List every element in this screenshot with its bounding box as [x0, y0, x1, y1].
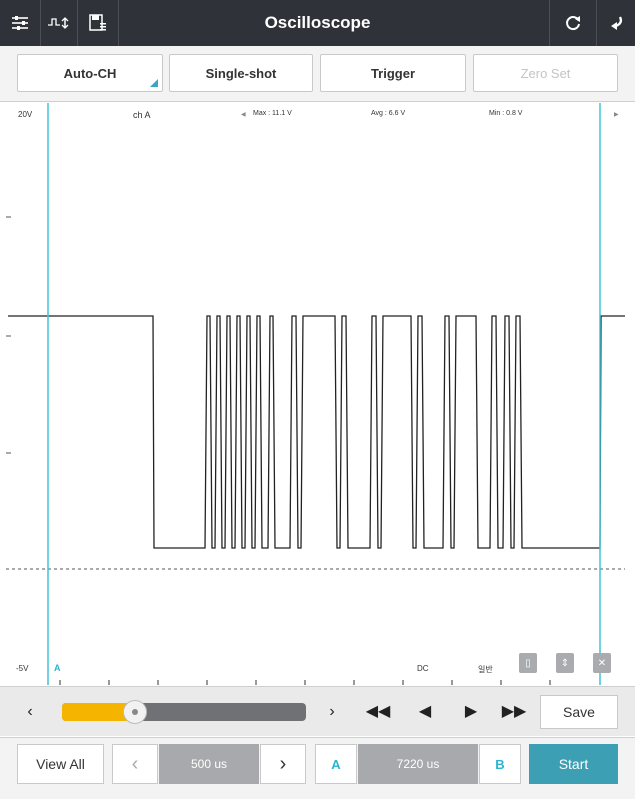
vertical-scale-icon[interactable]: ⇕	[556, 653, 574, 673]
start-button[interactable]: Start	[529, 744, 618, 784]
fast-forward-icon[interactable]: ▶▶	[500, 687, 528, 737]
timebase-increase-button[interactable]: ›	[260, 744, 306, 784]
step-forward-icon[interactable]: ▶	[458, 687, 484, 737]
mode-label: 일반	[478, 665, 493, 674]
save-file-icon[interactable]	[78, 0, 118, 46]
timebase-decrease-button[interactable]: ‹	[112, 744, 158, 784]
channel-label: ch A	[133, 110, 151, 120]
scale-bottom-label: -5V	[16, 664, 29, 673]
scroll-left-icon[interactable]: ‹	[18, 687, 42, 737]
pause-icon[interactable]: ▯	[519, 653, 537, 673]
single-shot-button[interactable]: Single-shot	[169, 54, 313, 92]
timebase-value: 500 us	[159, 744, 259, 784]
scroll-right-icon[interactable]: ›	[320, 687, 344, 737]
fast-rewind-icon[interactable]: ◀◀	[364, 687, 392, 737]
trigger-button[interactable]: Trigger	[320, 54, 466, 92]
waveform-trace	[8, 315, 625, 549]
cursor-b-button[interactable]: B	[479, 744, 521, 784]
position-slider[interactable]	[62, 700, 306, 724]
fullscreen-icon[interactable]: ✕	[593, 653, 611, 673]
auto-ch-button[interactable]: Auto-CH	[17, 54, 163, 92]
back-icon[interactable]	[597, 0, 635, 46]
auto-ch-label: Auto-CH	[63, 65, 117, 81]
coupling-label: DC	[417, 664, 429, 673]
dropdown-corner-icon	[150, 79, 158, 87]
scope-grid	[6, 103, 625, 685]
cursor-a-marker: A	[54, 663, 61, 673]
save-button[interactable]: Save	[540, 695, 618, 729]
left-arrow-icon: ◀	[241, 112, 246, 118]
settings-sliders-icon[interactable]	[0, 0, 40, 46]
bottom-toolbar: View All ‹ 500 us › A 7220 us B Start	[0, 737, 635, 799]
cursor-value: 7220 us	[358, 744, 478, 784]
waveform-adjust-icon[interactable]	[41, 0, 77, 46]
avg-readout: Avg : 6.6 V	[371, 110, 406, 117]
slider-thumb[interactable]	[123, 700, 147, 724]
view-all-button[interactable]: View All	[17, 744, 104, 784]
refresh-icon[interactable]	[550, 0, 596, 46]
mode-toolbar: Auto-CH Single-shot Trigger Zero Set	[0, 46, 635, 102]
playback-bar: ‹ › ◀◀ ◀ ▶ ▶▶ Save	[0, 686, 635, 736]
right-arrow-icon: ▶	[614, 112, 619, 118]
max-readout: Max : 11.1 V	[253, 110, 292, 117]
scale-top-label: 20V	[18, 110, 33, 119]
title-bar: Oscilloscope	[0, 0, 635, 46]
min-readout: Min : 0.8 V	[489, 110, 523, 117]
cursor-a-button[interactable]: A	[315, 744, 357, 784]
scope-display[interactable]: 20V ch A ◀ Max : 11.1 V Avg : 6.6 V Min …	[0, 103, 635, 685]
zero-set-button[interactable]: Zero Set	[473, 54, 618, 92]
step-back-icon[interactable]: ◀	[412, 687, 438, 737]
